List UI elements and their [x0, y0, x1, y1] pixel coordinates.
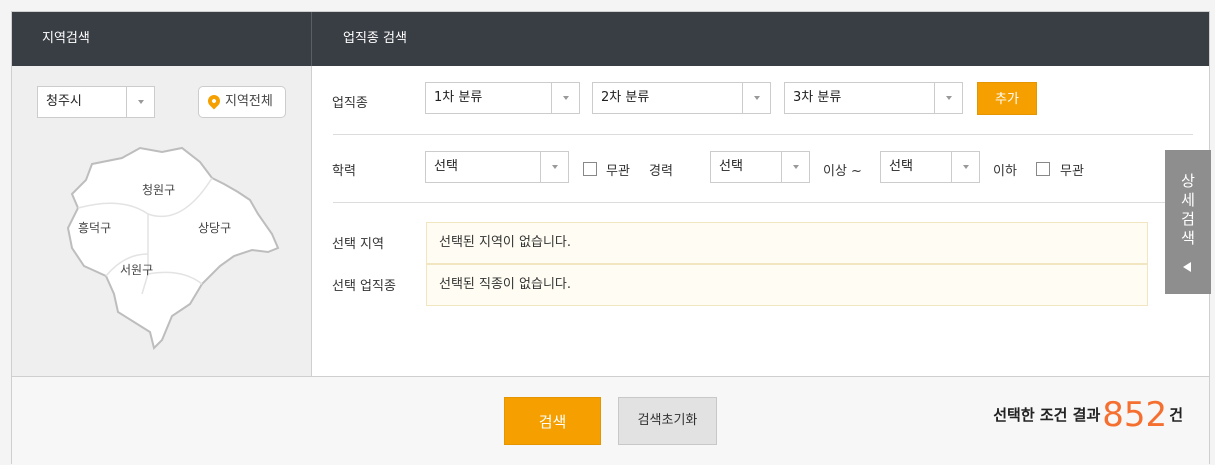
education-label: 학력	[332, 164, 356, 179]
search-footer: 검색 검색초기화 선택한 조건 결과852 건	[12, 376, 1209, 465]
career-min-select[interactable]: 선택	[710, 151, 810, 183]
divider	[333, 202, 1193, 203]
chevron-down-icon	[742, 83, 770, 113]
selected-job-text: 선택된 직종이 없습니다.	[439, 277, 571, 292]
detail-search-char: 검	[1181, 210, 1195, 228]
career-max-value: 선택	[889, 159, 913, 174]
reset-search-button[interactable]: 검색초기화	[618, 397, 717, 445]
job-pane: 업직종 1차 분류 2차 분류 3차 분류 추가 학력 선택 무관 경력 선택 …	[313, 66, 1211, 376]
all-region-button[interactable]: 지역전체	[198, 86, 286, 118]
result-prefix: 선택한 조건 결과	[993, 406, 1101, 424]
career-nocare-checkbox[interactable]	[1036, 162, 1050, 176]
divider	[333, 134, 1193, 135]
district-label-cheongwon[interactable]: 청원구	[142, 183, 175, 197]
job-category2-value: 2차 분류	[601, 90, 650, 105]
result-suffix: 건	[1169, 406, 1183, 424]
city-select-value: 청주시	[46, 94, 82, 109]
region-search-header: 지역검색	[12, 12, 312, 66]
chevron-down-icon	[551, 83, 579, 113]
search-button[interactable]: 검색	[504, 397, 601, 445]
district-label-sangdang[interactable]: 상당구	[198, 221, 231, 235]
location-pin-icon	[205, 92, 223, 110]
all-region-label: 지역전체	[225, 94, 273, 109]
job-category3-value: 3차 분류	[793, 90, 842, 105]
add-job-button[interactable]: 추가	[977, 82, 1037, 115]
job-label: 업직종	[332, 96, 368, 111]
career-label: 경력	[649, 164, 673, 179]
selected-region-box: 선택된 지역이 없습니다.	[426, 222, 1148, 264]
chevron-down-icon	[951, 152, 979, 182]
education-select[interactable]: 선택	[425, 151, 569, 183]
search-panel: 지역검색 업직종 검색 청주시 지역전체 청원구 흥덕구 상당구 서원구 업직종…	[11, 11, 1211, 465]
selected-job-box: 선택된 직종이 없습니다.	[426, 264, 1148, 306]
career-nocare-label: 무관	[1060, 164, 1084, 179]
job-search-title: 업직종 검색	[343, 31, 407, 46]
education-nocare-label: 무관	[606, 164, 630, 179]
job-category1-select[interactable]: 1차 분류	[425, 82, 580, 114]
career-min-value: 선택	[719, 159, 743, 174]
job-search-header: 업직종 검색	[312, 12, 1209, 66]
district-label-seowon[interactable]: 서원구	[120, 263, 153, 277]
result-count: 852	[1102, 395, 1168, 435]
career-above-label: 이상 ~	[823, 164, 862, 179]
detail-search-char: 상	[1181, 172, 1195, 190]
education-nocare-checkbox[interactable]	[583, 162, 597, 176]
result-summary: 선택한 조건 결과852 건	[993, 395, 1183, 439]
education-value: 선택	[434, 159, 458, 174]
map-outline	[66, 146, 280, 350]
collapse-left-icon	[1183, 262, 1191, 272]
job-category1-value: 1차 분류	[434, 90, 483, 105]
detail-search-char: 세	[1181, 191, 1195, 209]
job-category2-select[interactable]: 2차 분류	[592, 82, 771, 114]
region-pane: 청주시 지역전체 청원구 흥덕구 상당구 서원구	[12, 66, 312, 376]
chevron-down-icon	[126, 87, 154, 117]
region-search-title: 지역검색	[42, 31, 90, 46]
district-map: 청원구 흥덕구 상당구 서원구	[66, 146, 280, 350]
chevron-down-icon	[781, 152, 809, 182]
selected-region-text: 선택된 지역이 없습니다.	[439, 235, 571, 250]
career-max-select[interactable]: 선택	[880, 151, 980, 183]
selected-job-label: 선택 업직종	[332, 279, 396, 294]
detail-search-char: 색	[1181, 229, 1195, 247]
selected-region-label: 선택 지역	[332, 237, 384, 252]
career-below-label: 이하	[993, 164, 1017, 179]
chevron-down-icon	[540, 152, 568, 182]
detail-search-tab[interactable]: 상 세 검 색	[1165, 150, 1211, 294]
job-category3-select[interactable]: 3차 분류	[784, 82, 963, 114]
chevron-down-icon	[934, 83, 962, 113]
city-select[interactable]: 청주시	[37, 86, 155, 118]
district-label-heungdeok[interactable]: 흥덕구	[78, 221, 111, 235]
